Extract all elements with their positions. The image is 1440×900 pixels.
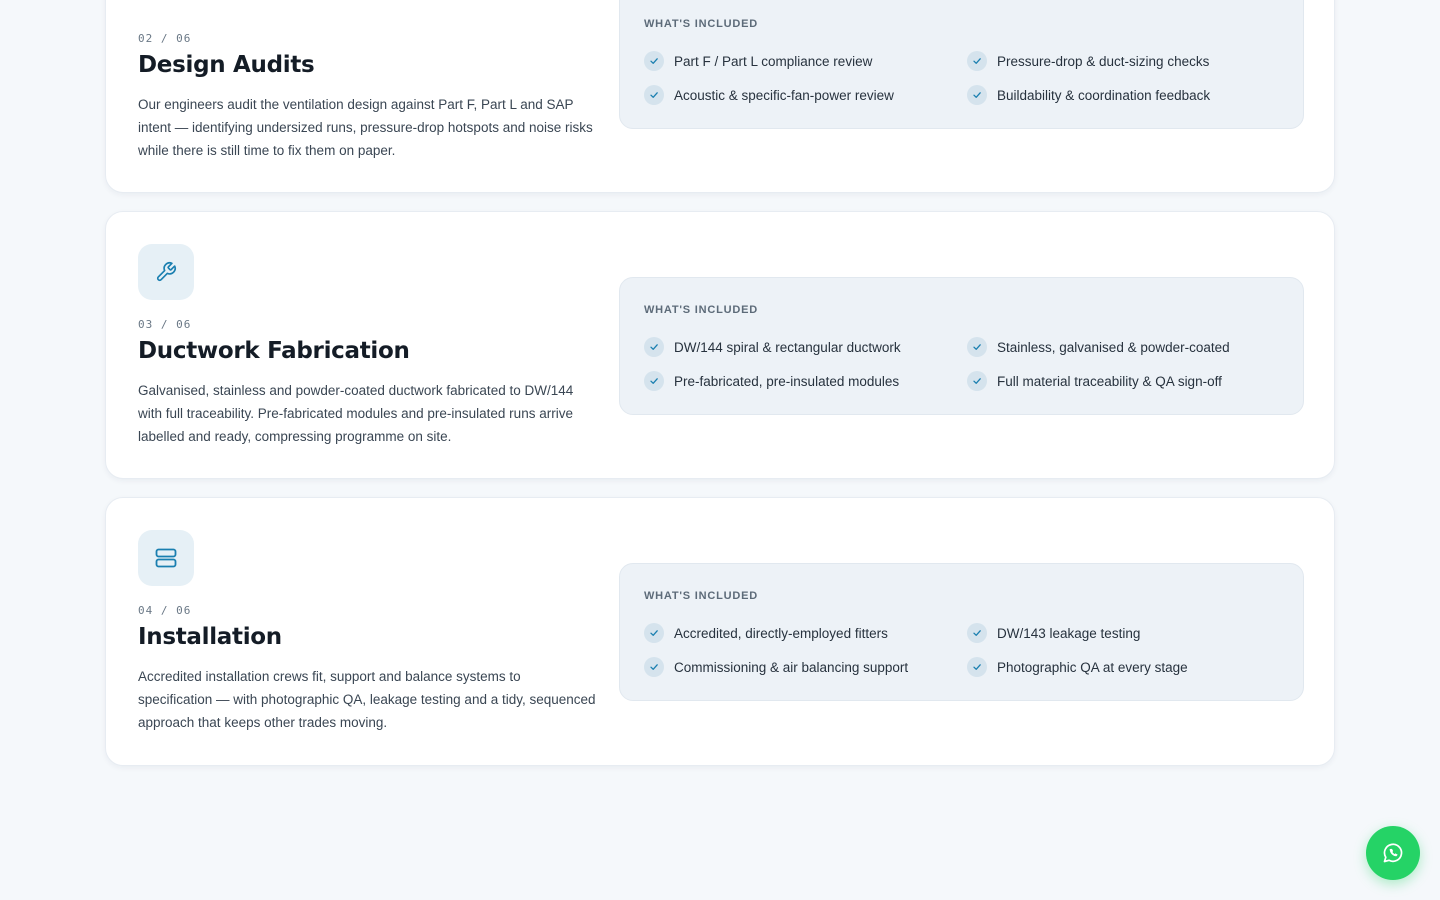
included-item-label: Commissioning & air balancing support xyxy=(674,659,909,675)
service-description: Accredited installation crews fit, suppo… xyxy=(138,669,596,730)
included-list: Accredited, directly-employed fitters DW… xyxy=(644,623,1284,677)
check-icon xyxy=(644,623,664,643)
check-icon xyxy=(967,85,987,105)
whatsapp-icon xyxy=(1383,843,1403,863)
service-card-design-audits: 02 / 06 Design Audits Our engineers audi… xyxy=(105,0,1335,193)
included-list: Part F / Part L compliance review Pressu… xyxy=(644,51,1284,105)
included-item-label: Part F / Part L compliance review xyxy=(674,53,873,69)
whats-included-panel: WHAT'S INCLUDED Accredited, directly-emp… xyxy=(619,563,1304,701)
check-icon xyxy=(644,371,664,391)
service-counter: 02 / 06 xyxy=(138,32,192,45)
included-item-label: Pressure-drop & duct-sizing checks xyxy=(997,53,1210,69)
whatsapp-button[interactable] xyxy=(1366,826,1420,880)
included-item-label: DW/143 leakage testing xyxy=(997,625,1141,641)
check-icon xyxy=(644,85,664,105)
included-item-label: Buildability & coordination feedback xyxy=(997,87,1211,103)
included-list: DW/144 spiral & rectangular ductwork Sta… xyxy=(644,337,1284,391)
whats-included-label: WHAT'S INCLUDED xyxy=(644,18,759,30)
included-item: Commissioning & air balancing support xyxy=(644,657,967,677)
included-item: Pre-fabricated, pre-insulated modules xyxy=(644,371,967,391)
included-item-label: Photographic QA at every stage xyxy=(997,659,1188,675)
included-item-label: Full material traceability & QA sign-off xyxy=(997,373,1222,389)
included-item: Photographic QA at every stage xyxy=(967,657,1284,677)
check-icon xyxy=(644,337,664,357)
service-counter: 03 / 06 xyxy=(138,318,192,331)
included-item-label: Pre-fabricated, pre-insulated modules xyxy=(674,373,900,389)
page: 02 / 06 Design Audits Our engineers audi… xyxy=(0,0,1440,900)
service-description: Galvanised, stainless and powder-coated … xyxy=(138,383,574,444)
service-card-ductwork-fabrication: 03 / 06 Ductwork Fabrication Galvanised,… xyxy=(105,211,1335,479)
check-icon xyxy=(967,657,987,677)
check-icon xyxy=(967,371,987,391)
check-icon xyxy=(967,337,987,357)
server-icon xyxy=(138,530,194,586)
included-item: DW/143 leakage testing xyxy=(967,623,1284,643)
service-card-installation: 04 / 06 Installation Accredited installa… xyxy=(105,497,1335,766)
included-item-label: Stainless, galvanised & powder-coated xyxy=(997,339,1230,355)
check-icon xyxy=(967,51,987,71)
service-description: Our engineers audit the ventilation desi… xyxy=(138,97,593,158)
service-counter: 04 / 06 xyxy=(138,604,192,617)
included-item-label: DW/144 spiral & rectangular ductwork xyxy=(674,339,901,355)
service-title: Ductwork Fabrication xyxy=(138,338,410,364)
service-title: Installation xyxy=(138,624,282,650)
check-icon xyxy=(644,51,664,71)
service-title: Design Audits xyxy=(138,52,315,78)
whats-included-label: WHAT'S INCLUDED xyxy=(644,590,759,602)
included-item: DW/144 spiral & rectangular ductwork xyxy=(644,337,967,357)
included-item-label: Acoustic & specific-fan-power review xyxy=(674,87,894,103)
included-item: Stainless, galvanised & powder-coated xyxy=(967,337,1284,357)
included-item: Accredited, directly-employed fitters xyxy=(644,623,967,643)
included-item-label: Accredited, directly-employed fitters xyxy=(674,625,888,641)
included-item: Pressure-drop & duct-sizing checks xyxy=(967,51,1284,71)
check-icon xyxy=(644,657,664,677)
included-item: Full material traceability & QA sign-off xyxy=(967,371,1284,391)
whats-included-label: WHAT'S INCLUDED xyxy=(644,304,759,316)
whats-included-panel: WHAT'S INCLUDED DW/144 spiral & rectangu… xyxy=(619,277,1304,415)
included-item: Part F / Part L compliance review xyxy=(644,51,967,71)
whats-included-panel: WHAT'S INCLUDED Part F / Part L complian… xyxy=(619,0,1304,129)
included-item: Buildability & coordination feedback xyxy=(967,85,1284,105)
included-item: Acoustic & specific-fan-power review xyxy=(644,85,967,105)
check-icon xyxy=(967,623,987,643)
wrench-icon xyxy=(138,244,194,300)
